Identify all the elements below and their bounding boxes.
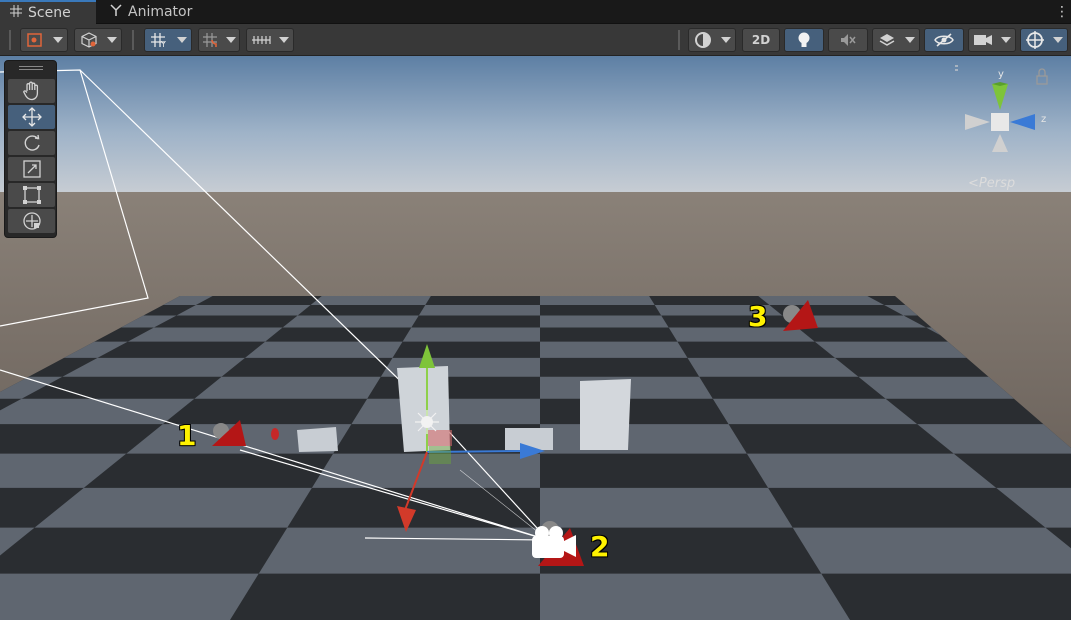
layers-effects-icon [879, 34, 894, 46]
chevron-down-icon [904, 37, 915, 43]
cube-icon [80, 32, 97, 48]
tab-animator[interactable]: Animator [100, 0, 210, 24]
svg-text:Y: Y [160, 40, 166, 48]
chevron-down-icon [720, 37, 731, 43]
toolbar-grip [9, 30, 11, 50]
checker-tile [792, 527, 1071, 574]
rotate-tool-button[interactable] [8, 131, 55, 155]
checker-tile [758, 296, 885, 305]
rect-tool-button[interactable] [8, 183, 55, 207]
scale-tool-button[interactable] [8, 157, 55, 181]
checker-tile [540, 424, 747, 454]
snap-increment-button[interactable] [198, 28, 240, 52]
draw-mode-icon [26, 33, 42, 47]
checker-tile [194, 376, 381, 399]
transform-all-icon [22, 212, 41, 230]
lighting-toggle-button[interactable] [784, 28, 824, 52]
checker-tile [0, 398, 195, 425]
chevron-down-icon [1001, 37, 1011, 43]
tab-animator-label: Animator [128, 4, 193, 20]
transform-tool-button[interactable] [8, 209, 55, 233]
light-bulb-icon [798, 32, 810, 47]
chevron-down-icon [106, 37, 117, 43]
checker-tile [310, 296, 431, 305]
tab-scene[interactable]: Scene [0, 0, 96, 24]
eye-hidden-icon [934, 33, 954, 47]
video-camera-icon [974, 35, 992, 45]
checker-tile [687, 357, 859, 377]
scene-viewport[interactable]: 1 2 3 [0, 56, 1071, 620]
grid-snap-button[interactable]: Y [144, 28, 192, 52]
annotation-2: 2 [590, 530, 610, 563]
scene-shading-button[interactable] [688, 28, 736, 52]
gizmos-button[interactable] [1020, 28, 1068, 52]
gizmo-target-icon [1025, 31, 1044, 49]
orientation-gizmo[interactable]: y z [938, 58, 1065, 188]
checker-tile [176, 305, 311, 316]
checker-tile [746, 453, 997, 488]
checker-tile [540, 487, 793, 528]
annotation-3: 3 [748, 300, 768, 333]
checker-tile [127, 327, 283, 342]
checker-tile [418, 305, 540, 316]
toggle-2d-button[interactable]: 2D [742, 28, 780, 52]
checker-tile [712, 398, 918, 425]
draw-mode-button[interactable] [20, 28, 68, 52]
projection-toggle[interactable]: <Persp [968, 176, 1015, 191]
tab-scene-label: Scene [28, 5, 71, 21]
chevron-down-icon [279, 37, 289, 43]
checker-tile [311, 453, 540, 488]
scene-render [0, 56, 1071, 620]
move-tool-button[interactable] [8, 105, 55, 129]
chevron-down-icon [52, 37, 63, 43]
axis-gizmo-graphic [938, 65, 1048, 152]
hand-icon [22, 81, 38, 101]
increment-snap-button[interactable] [246, 28, 294, 52]
axis-z-label: z [1041, 114, 1047, 125]
annotation-1: 1 [177, 419, 197, 452]
chevron-down-icon [1052, 37, 1063, 43]
toolbar-grip [132, 30, 134, 50]
tab-bar: Scene Animator ⋮ [0, 0, 1071, 24]
checker-tile [540, 296, 655, 305]
sky [0, 56, 1071, 196]
axis-y-label: y [998, 69, 1004, 80]
view-tool-button[interactable] [8, 79, 55, 103]
speaker-muted-icon [841, 34, 856, 46]
chevron-down-icon [176, 37, 187, 43]
checker-plane [0, 296, 1071, 620]
checker-tile [540, 315, 669, 328]
checker-tile [540, 573, 855, 620]
move-arrows-icon [21, 107, 42, 127]
checker-tile [245, 341, 403, 358]
checker-tile [258, 527, 540, 574]
overlay-drag-handle[interactable] [19, 66, 43, 70]
effects-button[interactable] [872, 28, 920, 52]
checker-tile [540, 341, 688, 358]
tools-overlay [4, 60, 57, 238]
checker-tile [282, 315, 419, 328]
rotate-icon [24, 134, 40, 151]
snap-icon [203, 33, 217, 47]
rect-transform-icon [22, 186, 41, 204]
animator-icon [110, 4, 122, 20]
toolbar-grip [678, 30, 680, 50]
chevron-down-icon [226, 37, 236, 43]
grid-visibility-icon: Y [150, 33, 166, 48]
checker-tile [0, 573, 259, 620]
scene-toolbar: Y 2D [0, 24, 1071, 56]
checker-tile [402, 327, 540, 342]
camera-settings-button[interactable] [968, 28, 1016, 52]
audio-toggle-button[interactable] [828, 28, 868, 52]
ruler-icon [252, 36, 271, 44]
more-menu-icon[interactable]: ⋮ [1055, 3, 1069, 21]
scale-icon [22, 160, 41, 178]
render-mode-button[interactable] [74, 28, 122, 52]
scene-visibility-button[interactable] [924, 28, 964, 52]
grid-icon [10, 5, 22, 21]
sphere-shading-icon [694, 32, 711, 48]
